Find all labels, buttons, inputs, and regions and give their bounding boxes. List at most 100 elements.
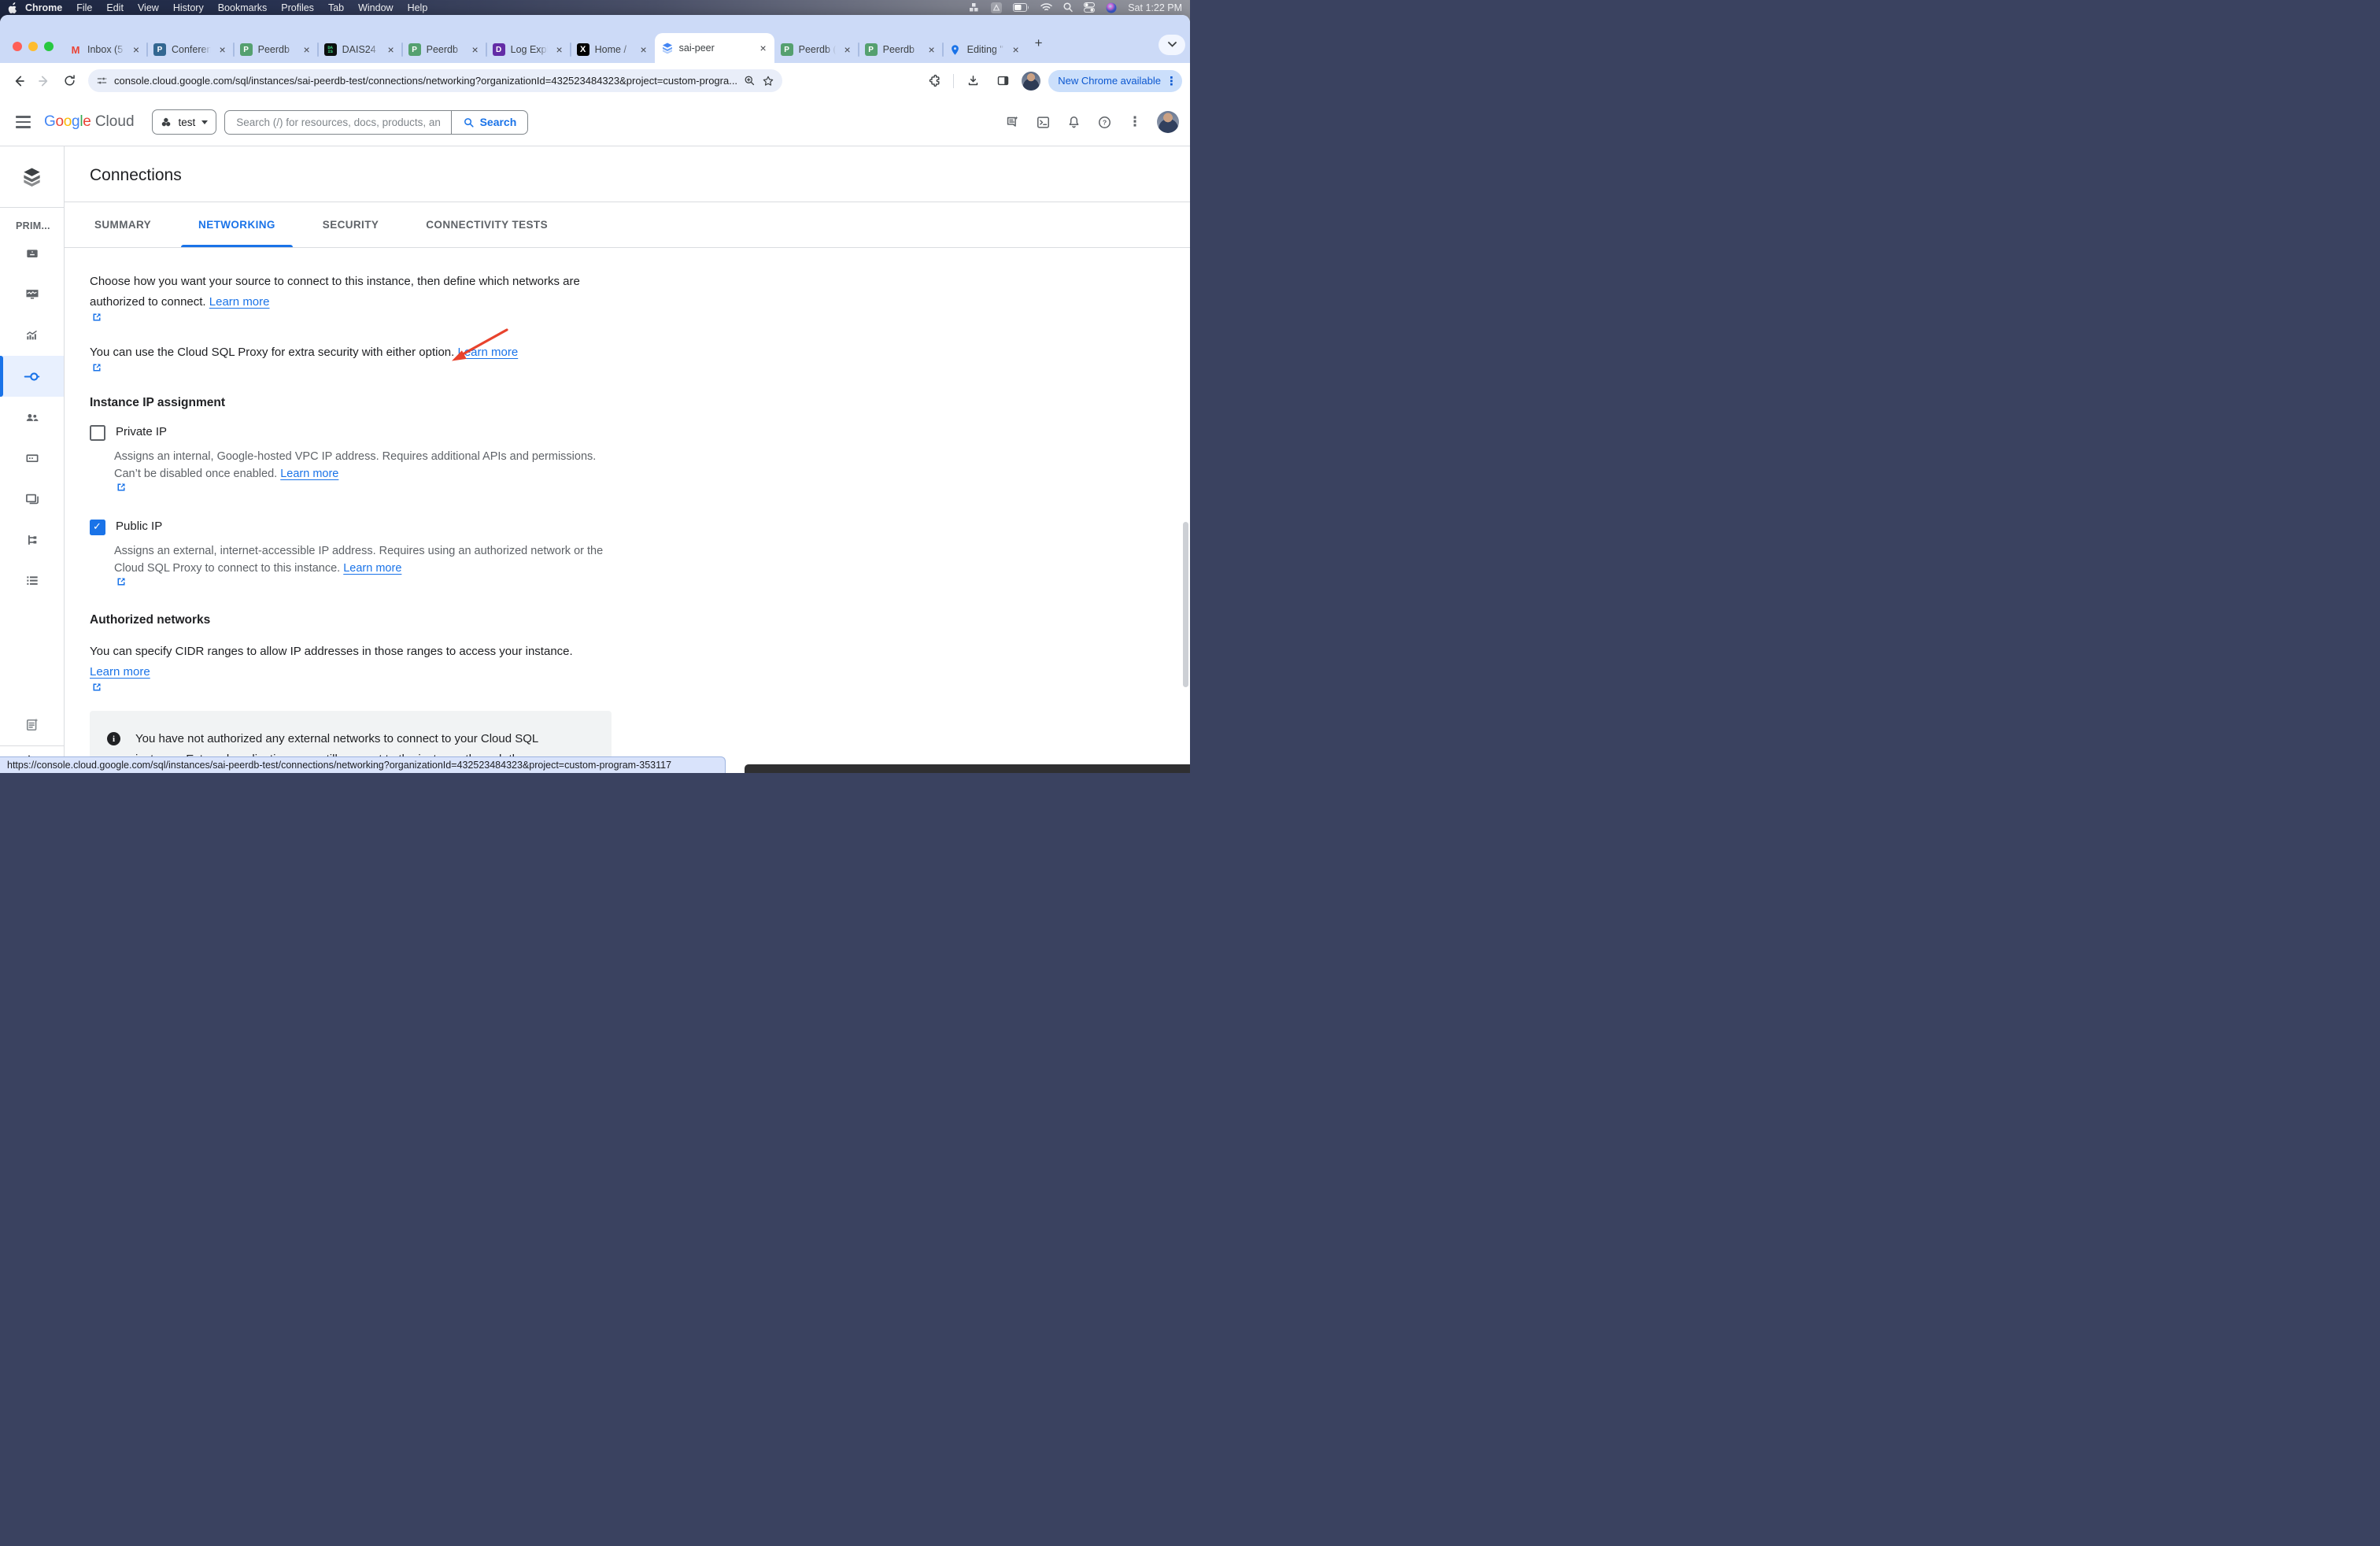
app-status-icon[interactable] (991, 2, 1002, 13)
back-button[interactable] (8, 70, 30, 92)
tab-editing-map[interactable]: Editing " × (943, 36, 1027, 63)
tab-sai-peerdb-active[interactable]: sai-peer × (655, 33, 774, 63)
notifications-bell-icon[interactable] (1062, 110, 1085, 134)
public-ip-label[interactable]: Public IP (116, 519, 162, 534)
tab-x-home[interactable]: X Home / × (571, 36, 655, 63)
reload-button[interactable] (58, 70, 80, 92)
battery-icon[interactable] (1013, 3, 1029, 12)
tab-peerdb-2[interactable]: P Peerdb × (402, 36, 486, 63)
tab-search-button[interactable] (1159, 35, 1185, 55)
whats-new-icon[interactable] (1000, 110, 1024, 134)
private-ip-label[interactable]: Private IP (116, 424, 167, 439)
sidebar-item-users[interactable] (0, 397, 64, 438)
tab-connectivity-tests[interactable]: CONNECTIVITY TESTS (408, 202, 565, 247)
tab-close-icon[interactable]: × (842, 44, 852, 55)
tab-close-icon[interactable]: × (131, 44, 141, 55)
gcp-search-input[interactable] (235, 116, 441, 129)
main-row: PRIM... (0, 146, 1190, 773)
zoom-page-icon[interactable] (744, 75, 756, 87)
tab-conference[interactable]: P Conferen × (147, 36, 234, 63)
address-bar[interactable]: console.cloud.google.com/sql/instances/s… (88, 69, 782, 92)
sidebar-item-databases[interactable] (0, 438, 64, 479)
cloud-shell-icon[interactable] (1031, 110, 1055, 134)
new-tab-button[interactable]: + (1027, 35, 1051, 54)
url-text[interactable]: console.cloud.google.com/sql/instances/s… (114, 75, 737, 87)
gcp-header: Google Cloud test Search (0, 98, 1190, 146)
sidebar-item-overview[interactable] (0, 233, 64, 274)
tab-dais24[interactable]: DA IS DAIS24 × (318, 36, 402, 63)
menubar-item-chrome[interactable]: Chrome (18, 2, 69, 13)
overview-icon (24, 246, 40, 261)
downloads-icon[interactable] (962, 70, 984, 92)
bottom-dark-bar (745, 764, 1190, 773)
chrome-menu-icon[interactable]: ⋮ (1166, 74, 1177, 88)
sidebar-item-replicas[interactable] (0, 520, 64, 560)
chrome-profile-avatar[interactable] (1022, 72, 1040, 91)
site-settings-icon[interactable] (96, 75, 108, 87)
spotlight-icon[interactable] (1063, 2, 1073, 13)
public-ip-checkbox[interactable] (90, 520, 105, 535)
apple-icon[interactable] (8, 2, 18, 13)
sidebar-item-operations[interactable] (0, 560, 64, 601)
sidebar-item-release-notes[interactable] (0, 705, 64, 745)
tab-peerdb-3[interactable]: P Peerdb ( × (774, 36, 859, 63)
chrome-update-chip[interactable]: New Chrome available ⋮ (1048, 70, 1182, 92)
minimize-window-button[interactable] (28, 42, 38, 51)
tab-close-icon[interactable]: × (301, 44, 311, 55)
tab-close-icon[interactable]: × (1011, 44, 1020, 55)
side-panel-icon[interactable] (992, 70, 1014, 92)
tab-close-icon[interactable]: × (554, 44, 564, 55)
menubar-clock[interactable]: Sat 1:22 PM (1128, 2, 1182, 13)
datadog-icon: D (493, 43, 505, 56)
menubar-item-view[interactable]: View (131, 2, 166, 13)
menubar-item-help[interactable]: Help (401, 2, 435, 13)
private-ip-checkbox[interactable] (90, 425, 105, 441)
sidebar-item-connections[interactable] (0, 356, 64, 397)
page-scrollbar[interactable] (1183, 522, 1188, 687)
menubar-item-history[interactable]: History (166, 2, 211, 13)
sidebar-item-backups[interactable] (0, 479, 64, 520)
tab-log-explorer[interactable]: D Log Expl × (486, 36, 571, 63)
tab-peerdb-1[interactable]: P Peerdb × (234, 36, 318, 63)
extensions-icon[interactable] (923, 70, 945, 92)
tab-close-icon[interactable]: × (386, 44, 395, 55)
tab-close-icon[interactable]: × (217, 44, 227, 55)
project-picker[interactable]: test (152, 109, 217, 135)
tab-security[interactable]: SECURITY (305, 202, 396, 247)
forward-button[interactable] (33, 70, 55, 92)
learn-more-link[interactable]: Learn more (90, 665, 603, 692)
tab-close-icon[interactable]: × (926, 44, 936, 55)
tab-close-icon[interactable]: × (470, 44, 479, 55)
help-icon[interactable]: ? (1092, 110, 1116, 134)
bookmark-star-icon[interactable] (762, 75, 774, 87)
tab-close-icon[interactable]: × (758, 43, 767, 54)
peerdb-icon: P (781, 43, 793, 56)
stage-manager-icon[interactable] (970, 2, 980, 13)
menubar-item-file[interactable]: File (69, 2, 99, 13)
tab-peerdb-4[interactable]: P Peerdb × (859, 36, 943, 63)
external-link-icon (116, 577, 126, 586)
menubar-item-tab[interactable]: Tab (321, 2, 351, 13)
wifi-icon[interactable] (1040, 3, 1052, 12)
account-avatar[interactable] (1157, 111, 1179, 133)
menubar-item-edit[interactable]: Edit (99, 2, 131, 13)
tab-close-icon[interactable]: × (638, 44, 648, 55)
sidebar-item-observability[interactable] (0, 274, 64, 315)
gcp-search-button[interactable]: Search (451, 110, 529, 135)
info-icon: i (107, 732, 120, 745)
control-center-icon[interactable] (1084, 2, 1095, 13)
close-window-button[interactable] (13, 42, 22, 51)
sidebar-item-monitoring[interactable] (0, 315, 64, 356)
zoom-window-button[interactable] (44, 42, 54, 51)
more-options-icon[interactable]: ⋮ (1123, 110, 1147, 134)
menubar-item-bookmarks[interactable]: Bookmarks (211, 2, 275, 13)
gcp-search-field[interactable] (224, 110, 450, 135)
tab-summary[interactable]: SUMMARY (77, 202, 168, 247)
tab-networking[interactable]: NETWORKING (181, 202, 293, 247)
menubar-item-profiles[interactable]: Profiles (274, 2, 321, 13)
navigation-menu-icon[interactable] (11, 109, 38, 135)
databases-icon (24, 450, 40, 466)
menubar-item-window[interactable]: Window (351, 2, 400, 13)
siri-icon[interactable] (1106, 2, 1117, 13)
tab-inbox[interactable]: M Inbox (5 × (63, 36, 147, 63)
